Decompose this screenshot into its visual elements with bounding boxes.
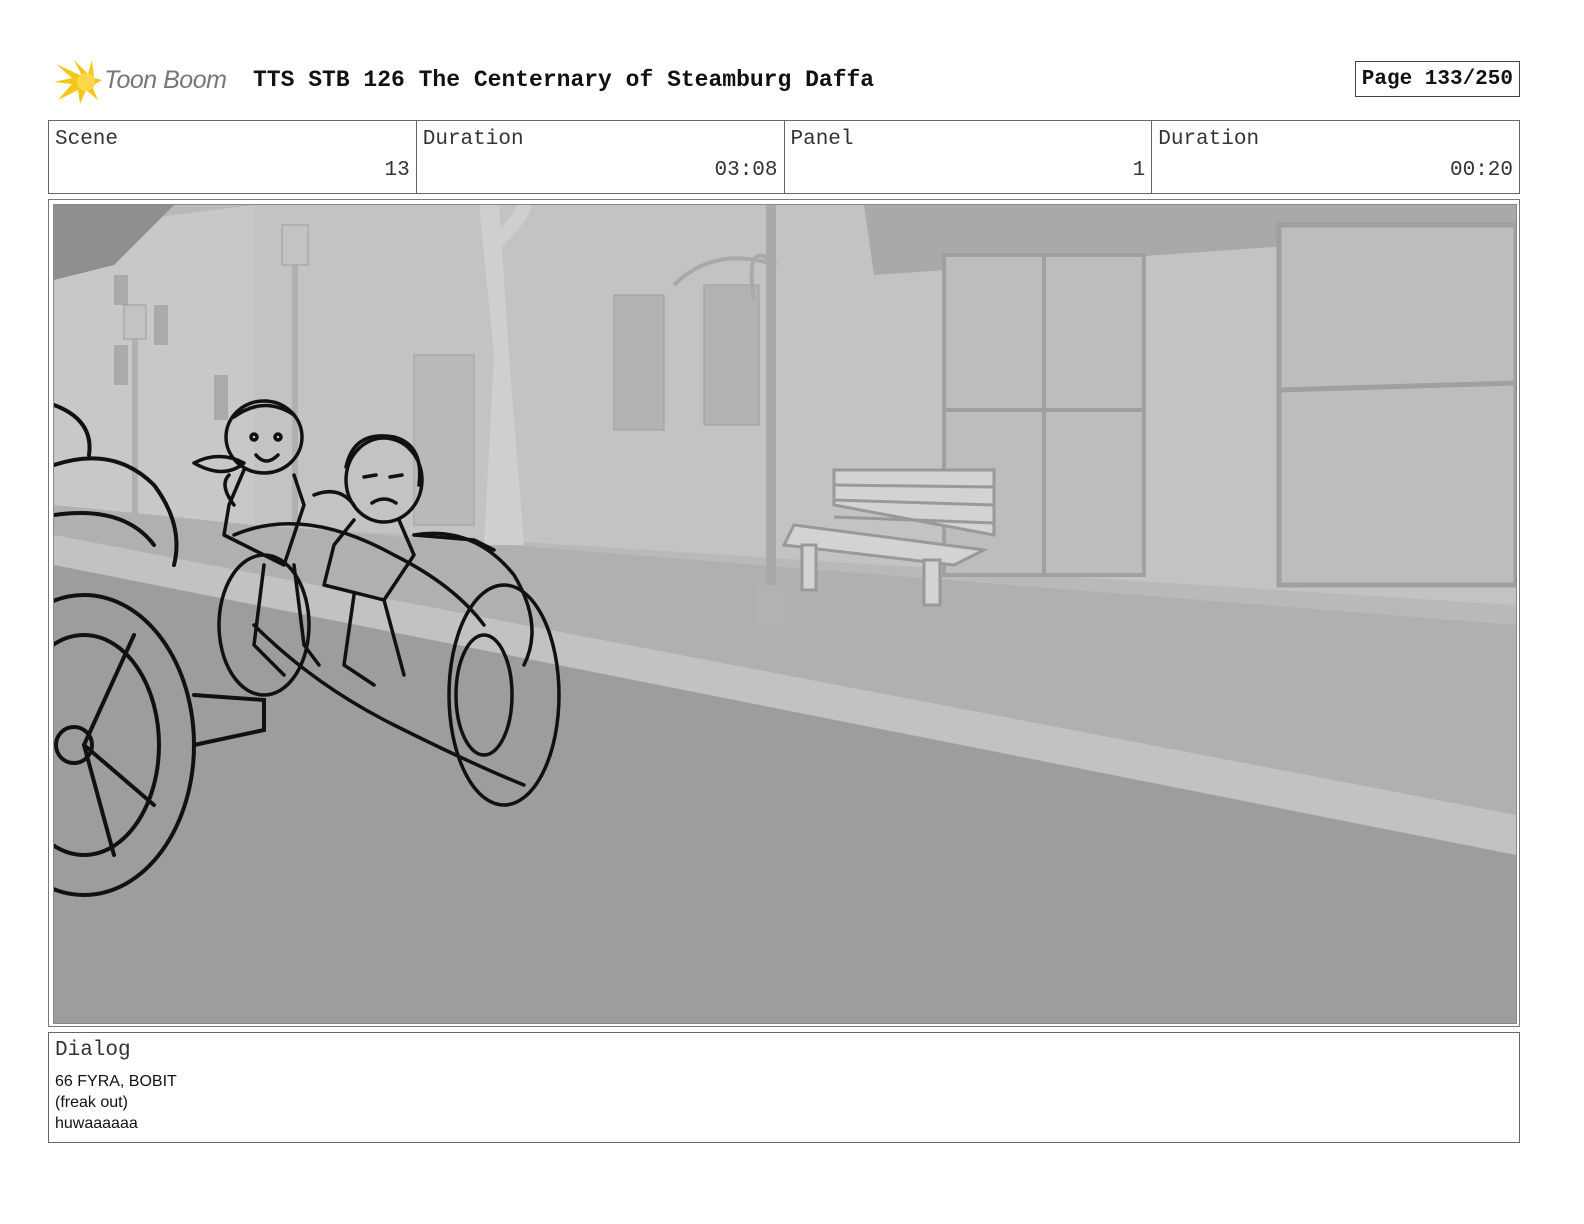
panel-duration-cell: Duration 00:20 [1152,121,1519,193]
scene-duration-label: Duration [422,128,524,151]
panel-value: 1 [1132,159,1146,182]
star-burst-icon [54,60,102,104]
dialog-line: huwaaaaaa [55,1115,138,1132]
street-scene-sketch [54,205,1516,1023]
logo-text: Toon Boom [104,66,227,94]
dialog-label: Dialog [55,1039,131,1062]
scene-label: Scene [55,128,119,151]
toon-boom-logo: Toon Boom [52,56,242,106]
page-indicator: Page 133/250 [1354,61,1520,97]
scene-info-table: Scene 13 Duration 03:08 Panel 1 Duration… [48,120,1520,194]
scene-duration-cell: Duration 03:08 [417,121,785,193]
dialog-text: 66 FYRA, BOBIT (freak out) huwaaaaaa [55,1071,177,1134]
panel-image [53,204,1517,1024]
scene-cell: Scene 13 [49,121,417,193]
storyboard-panel [48,199,1520,1027]
panel-duration-label: Duration [1158,128,1260,151]
dialog-line: (freak out) [55,1094,128,1111]
panel-cell: Panel 1 [785,121,1153,193]
dialog-box: Dialog 66 FYRA, BOBIT (freak out) huwaaa… [48,1032,1520,1143]
page-header: Toon Boom TTS STB 126 The Centernary of … [48,56,1520,106]
panel-duration-value: 00:20 [1449,159,1513,182]
scene-value: 13 [384,159,410,182]
storyboard-title: TTS STB 126 The Centernary of Steamburg … [253,67,875,93]
scene-duration-value: 03:08 [714,159,778,182]
dialog-line: 66 FYRA, BOBIT [55,1073,177,1090]
panel-label: Panel [790,128,854,151]
